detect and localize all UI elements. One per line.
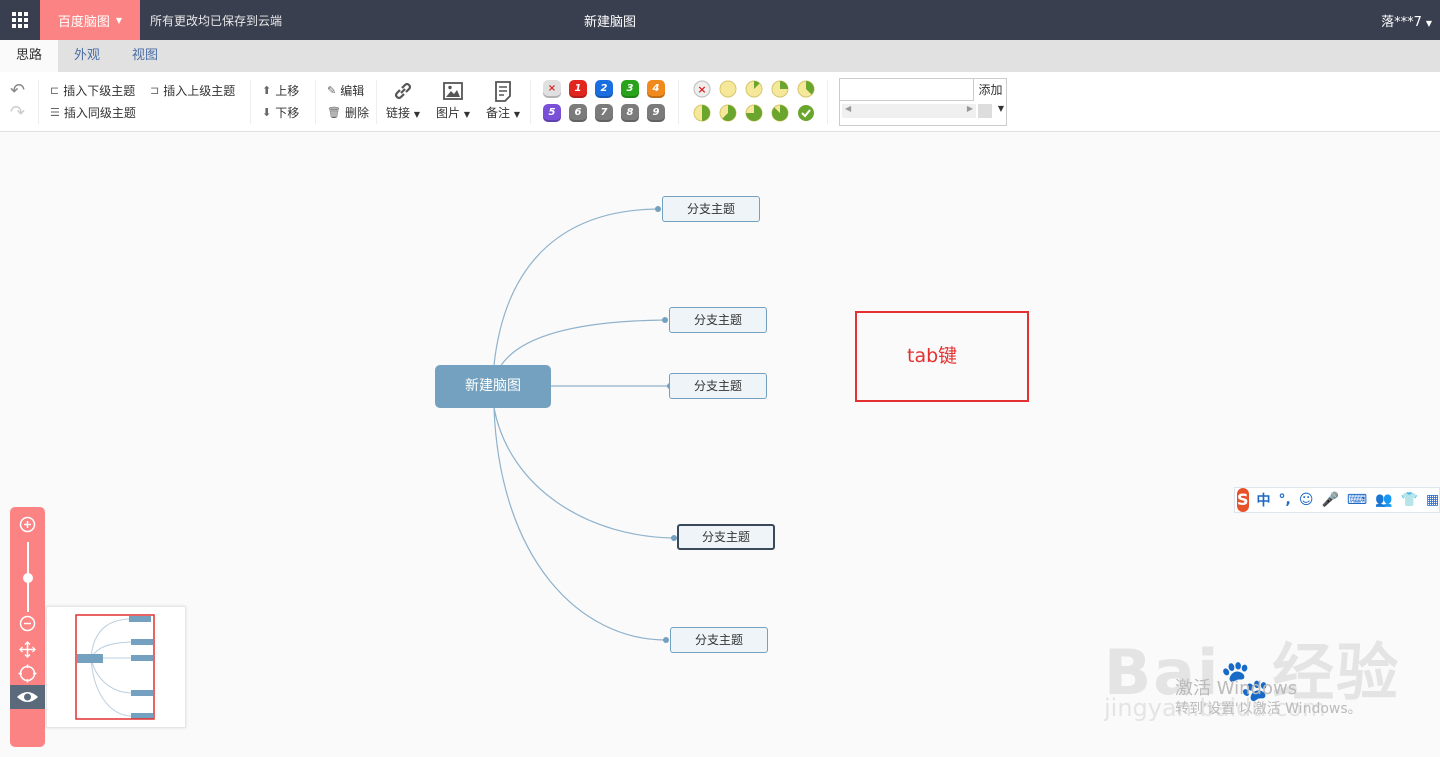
connector-2 [499, 319, 666, 368]
branch-topic-4-selected[interactable]: 分支主题 [677, 524, 775, 550]
branch-topic-1[interactable]: 分支主题 [662, 196, 760, 222]
connector-dot [663, 637, 669, 643]
root-topic[interactable]: 新建脑图 [435, 365, 551, 408]
zoom-out-icon[interactable] [18, 614, 37, 633]
zoom-slider-thumb[interactable] [23, 573, 33, 583]
ime-skin-icon[interactable]: 👕 [1401, 492, 1418, 508]
connector-4 [493, 407, 675, 539]
branch-topic-2[interactable]: 分支主题 [669, 307, 767, 333]
ime-punct-icon[interactable]: °, [1279, 492, 1291, 508]
ime-toolbar[interactable]: S 中 °, ☺ 🎤 ⌨ 👥 👕 ▦ [1234, 487, 1440, 513]
minimap[interactable] [46, 606, 186, 728]
ime-user-icon[interactable]: 👥 [1375, 492, 1392, 508]
windows-activation-title: 激活 Windows [1175, 678, 1298, 699]
connector-dot [662, 317, 668, 323]
eye-icon [17, 692, 38, 702]
connector-5 [493, 407, 667, 641]
zoom-in-icon[interactable] [18, 515, 37, 534]
navigator-toggle-button[interactable] [10, 685, 45, 709]
connector-1 [493, 208, 659, 366]
branch-topic-3[interactable]: 分支主题 [669, 373, 767, 399]
ime-lang-toggle[interactable]: 中 [1257, 490, 1271, 510]
connector-dot [655, 206, 661, 212]
minimap-preview [75, 614, 155, 720]
sogou-logo-icon: S [1237, 488, 1249, 512]
move-canvas-icon[interactable] [18, 640, 37, 659]
annotation-text: tab键 [907, 345, 958, 367]
windows-activation-hint: 转到'设置'以激活 Windows。 [1175, 701, 1362, 717]
zoom-panel [10, 507, 45, 747]
ime-emoji-icon[interactable]: ☺ [1299, 492, 1314, 508]
ime-toolbox-icon[interactable]: ▦ [1426, 492, 1439, 508]
branch-topic-5[interactable]: 分支主题 [670, 627, 768, 653]
ime-voice-icon[interactable]: 🎤 [1321, 492, 1338, 508]
annotation-box: tab键 [855, 311, 1029, 402]
ime-keyboard-icon[interactable]: ⌨ [1347, 492, 1367, 508]
locate-root-icon[interactable] [18, 664, 37, 683]
